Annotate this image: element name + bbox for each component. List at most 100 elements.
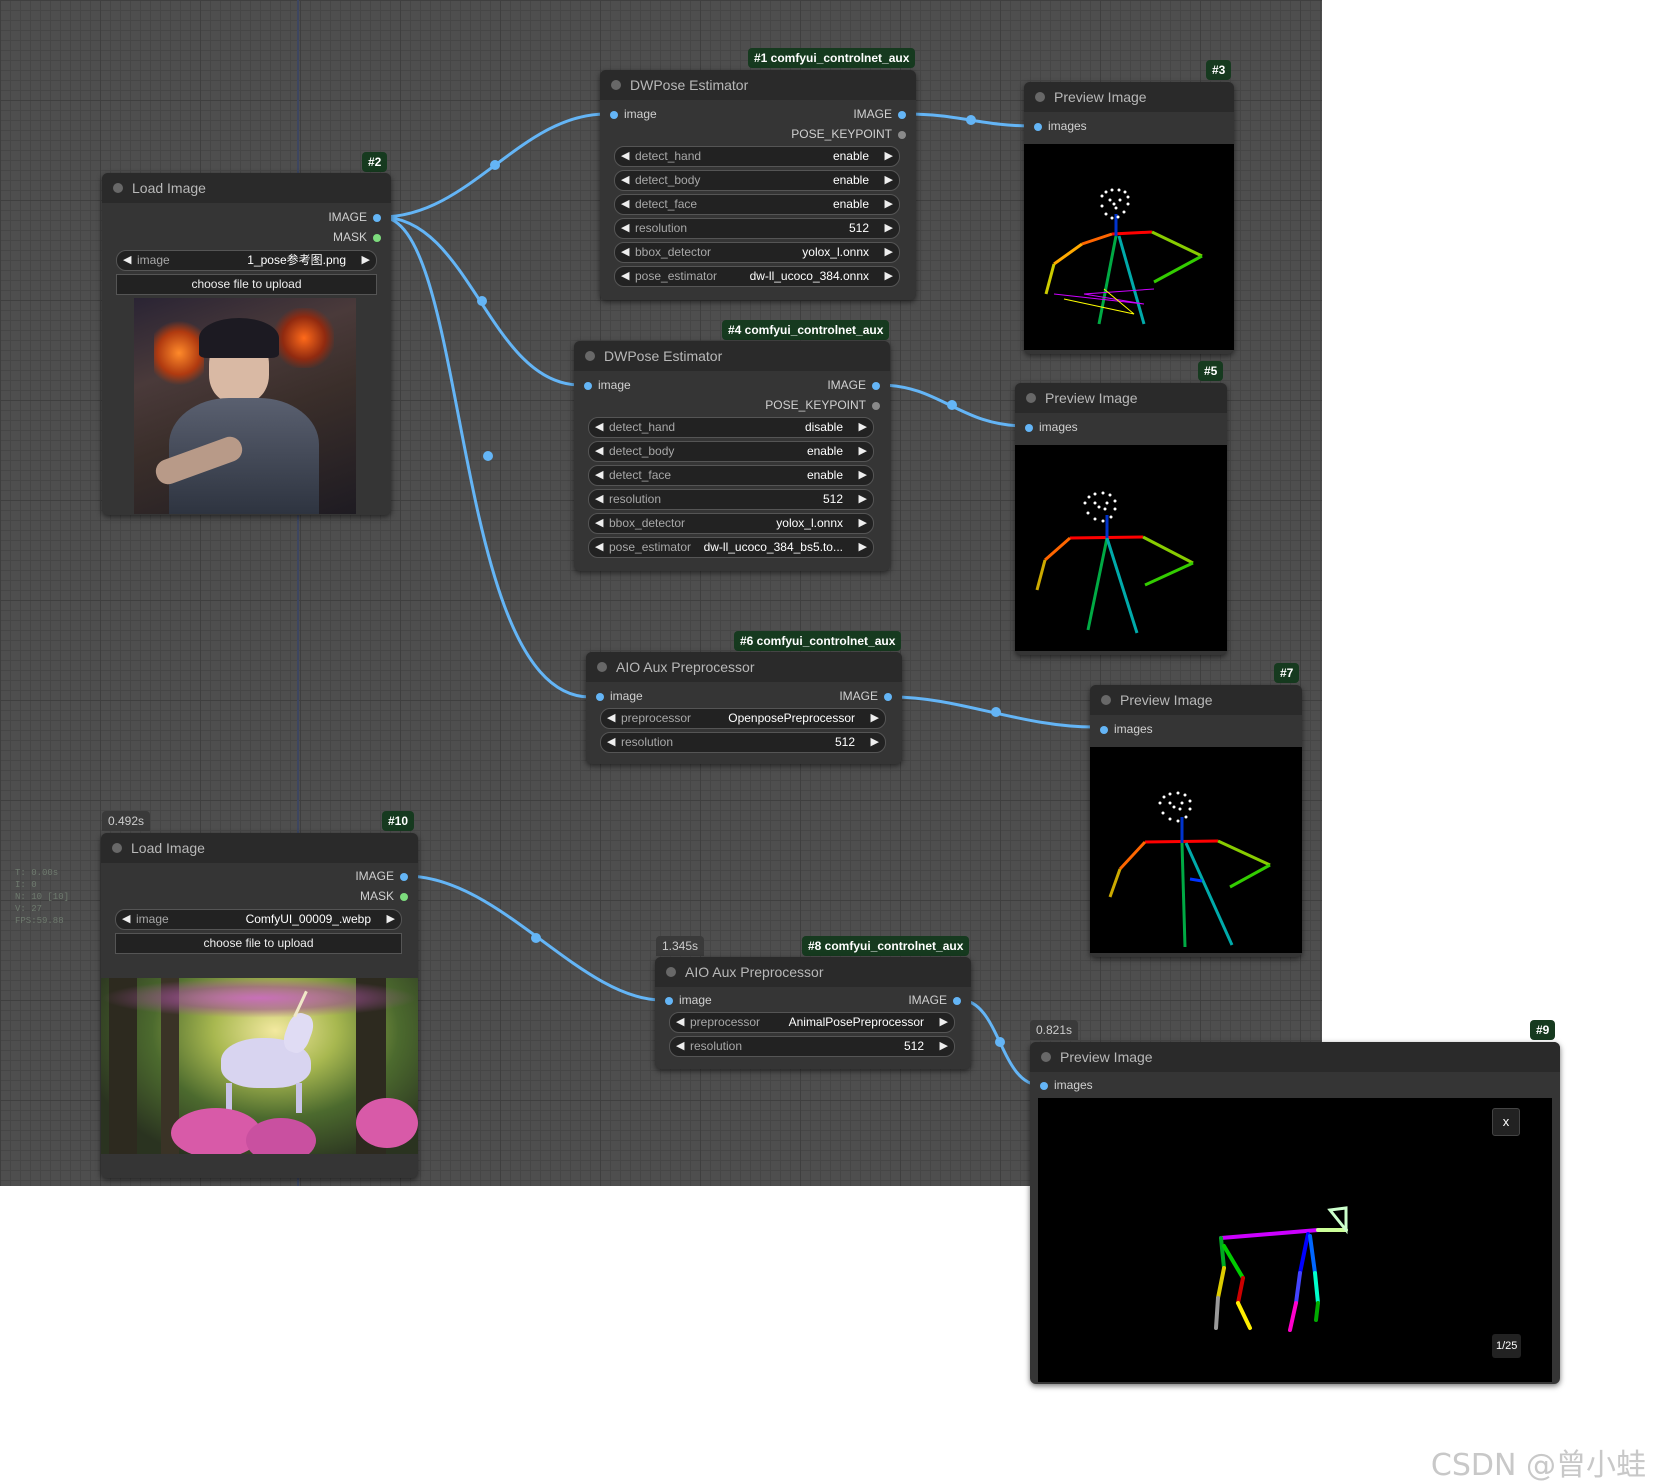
arrow-right-icon[interactable]: ▶	[871, 709, 879, 728]
output-pose-slot[interactable]: POSE_KEYPOINT	[765, 396, 880, 414]
collapse-dot-icon[interactable]	[112, 843, 122, 853]
arrow-right-icon[interactable]: ▶	[859, 514, 867, 533]
output-image-slot[interactable]: IMAGE	[839, 687, 892, 705]
node-title-bar[interactable]: DWPose Estimator	[574, 341, 890, 371]
node-title-bar[interactable]: Preview Image	[1030, 1042, 1560, 1072]
node-title-bar[interactable]: AIO Aux Preprocessor	[586, 652, 902, 682]
node-title-bar[interactable]: Load Image	[101, 833, 418, 863]
arrow-left-icon[interactable]: ◀	[607, 709, 615, 728]
arrow-left-icon[interactable]: ◀	[595, 442, 603, 461]
slot-dot-icon[interactable]	[898, 110, 906, 119]
arrow-right-icon[interactable]: ▶	[362, 251, 370, 270]
output-mask-slot[interactable]: MASK	[333, 228, 381, 246]
widget-preprocessor[interactable]: ◀ preprocessor AnimalPosePreprocessor ▶	[669, 1012, 955, 1033]
arrow-left-icon[interactable]: ◀	[595, 418, 603, 437]
arrow-right-icon[interactable]: ▶	[885, 171, 893, 190]
widget-detect-hand[interactable]: ◀ detect_hand enable ▶	[614, 146, 900, 167]
input-images-slot[interactable]: images	[1034, 117, 1087, 135]
slot-dot-icon[interactable]	[953, 996, 961, 1005]
collapse-dot-icon[interactable]	[597, 662, 607, 672]
input-images-slot[interactable]: images	[1025, 418, 1078, 436]
arrow-left-icon[interactable]: ◀	[621, 267, 629, 286]
collapse-dot-icon[interactable]	[1041, 1052, 1051, 1062]
arrow-right-icon[interactable]: ▶	[885, 195, 893, 214]
arrow-right-icon[interactable]: ▶	[859, 442, 867, 461]
arrow-left-icon[interactable]: ◀	[621, 195, 629, 214]
image-combo-widget[interactable]: ◀ image ComfyUI_00009_.webp ▶	[115, 909, 402, 930]
slot-dot-icon[interactable]	[872, 381, 880, 390]
arrow-left-icon[interactable]: ◀	[621, 147, 629, 166]
node-title-bar[interactable]: Load Image	[102, 173, 391, 203]
arrow-left-icon[interactable]: ◀	[595, 490, 603, 509]
arrow-right-icon[interactable]: ▶	[871, 733, 879, 752]
widget-resolution[interactable]: ◀ resolution 512 ▶	[600, 732, 886, 753]
collapse-dot-icon[interactable]	[585, 351, 595, 361]
arrow-right-icon[interactable]: ▶	[859, 466, 867, 485]
collapse-dot-icon[interactable]	[113, 183, 123, 193]
widget-pose-estimator[interactable]: ◀ pose_estimator dw-ll_ucoco_384.onnx ▶	[614, 266, 900, 287]
arrow-right-icon[interactable]: ▶	[859, 538, 867, 557]
arrow-right-icon[interactable]: ▶	[940, 1013, 948, 1032]
upload-button[interactable]: choose file to upload	[116, 274, 377, 295]
slot-dot-icon[interactable]	[373, 213, 381, 222]
collapse-dot-icon[interactable]	[611, 80, 621, 90]
arrow-right-icon[interactable]: ▶	[885, 267, 893, 286]
collapse-dot-icon[interactable]	[666, 967, 676, 977]
output-image-slot[interactable]: IMAGE	[908, 991, 961, 1009]
slot-dot-icon[interactable]	[1025, 423, 1033, 432]
node-preview-5[interactable]: Preview Image images	[1015, 383, 1227, 655]
slot-dot-icon[interactable]	[610, 110, 618, 119]
input-image-slot[interactable]: image	[596, 687, 643, 705]
input-image-slot[interactable]: image	[584, 376, 631, 394]
arrow-left-icon[interactable]: ◀	[621, 219, 629, 238]
arrow-right-icon[interactable]: ▶	[859, 418, 867, 437]
widget-detect-hand[interactable]: ◀ detect_hand disable ▶	[588, 417, 874, 438]
input-image-slot[interactable]: image	[610, 105, 657, 123]
output-image-slot[interactable]: IMAGE	[853, 105, 906, 123]
slot-dot-icon[interactable]	[1040, 1081, 1048, 1090]
collapse-dot-icon[interactable]	[1101, 695, 1111, 705]
arrow-left-icon[interactable]: ◀	[595, 538, 603, 557]
node-dwpose-4[interactable]: DWPose Estimator image IMAGE POSE_KEYPOI…	[574, 341, 890, 571]
output-pose-slot[interactable]: POSE_KEYPOINT	[791, 125, 906, 143]
arrow-left-icon[interactable]: ◀	[676, 1013, 684, 1032]
widget-bbox-detector[interactable]: ◀ bbox_detector yolox_l.onnx ▶	[614, 242, 900, 263]
node-preview-3[interactable]: Preview Image images	[1024, 82, 1234, 354]
widget-detect-body[interactable]: ◀ detect_body enable ▶	[588, 441, 874, 462]
slot-dot-icon[interactable]	[596, 692, 604, 701]
widget-resolution[interactable]: ◀ resolution 512 ▶	[614, 218, 900, 239]
node-load-image-10[interactable]: Load Image IMAGE MASK ◀ image ComfyUI_0000…	[101, 833, 418, 1178]
arrow-left-icon[interactable]: ◀	[676, 1037, 684, 1056]
arrow-left-icon[interactable]: ◀	[122, 910, 130, 929]
slot-dot-icon[interactable]	[584, 381, 592, 390]
arrow-left-icon[interactable]: ◀	[595, 466, 603, 485]
node-title-bar[interactable]: Preview Image	[1015, 383, 1227, 413]
node-preview-9[interactable]: Preview Image images x 1/25	[1030, 1042, 1560, 1384]
input-images-slot[interactable]: images	[1040, 1076, 1093, 1094]
slot-dot-icon[interactable]	[1100, 725, 1108, 734]
collapse-dot-icon[interactable]	[1026, 393, 1036, 403]
collapse-dot-icon[interactable]	[1035, 92, 1045, 102]
arrow-right-icon[interactable]: ▶	[885, 147, 893, 166]
arrow-left-icon[interactable]: ◀	[621, 243, 629, 262]
widget-preprocessor[interactable]: ◀ preprocessor OpenposePreprocessor ▶	[600, 708, 886, 729]
node-dwpose-1[interactable]: DWPose Estimator image IMAGE POSE_KEYPOI…	[600, 70, 916, 300]
widget-pose-estimator[interactable]: ◀ pose_estimator dw-ll_ucoco_384_bs5.to...…	[588, 537, 874, 558]
node-title-bar[interactable]: Preview Image	[1090, 685, 1302, 715]
slot-dot-icon[interactable]	[400, 872, 408, 881]
slot-dot-icon[interactable]	[884, 692, 892, 701]
widget-resolution[interactable]: ◀ resolution 512 ▶	[669, 1036, 955, 1057]
node-load-image-2[interactable]: Load Image IMAGE MASK ◀ image 1_pose参考图.pn…	[102, 173, 391, 515]
node-title-bar[interactable]: AIO Aux Preprocessor	[655, 957, 971, 987]
input-images-slot[interactable]: images	[1100, 720, 1153, 738]
widget-resolution[interactable]: ◀ resolution 512 ▶	[588, 489, 874, 510]
widget-bbox-detector[interactable]: ◀ bbox_detector yolox_l.onnx ▶	[588, 513, 874, 534]
node-title-bar[interactable]: Preview Image	[1024, 82, 1234, 112]
arrow-right-icon[interactable]: ▶	[885, 219, 893, 238]
arrow-left-icon[interactable]: ◀	[607, 733, 615, 752]
node-aio-aux-8[interactable]: AIO Aux Preprocessor image IMAGE ◀ prepro…	[655, 957, 971, 1069]
input-image-slot[interactable]: image	[665, 991, 712, 1009]
arrow-right-icon[interactable]: ▶	[859, 490, 867, 509]
output-mask-slot[interactable]: MASK	[360, 887, 408, 905]
close-preview-button[interactable]: x	[1492, 1108, 1520, 1136]
